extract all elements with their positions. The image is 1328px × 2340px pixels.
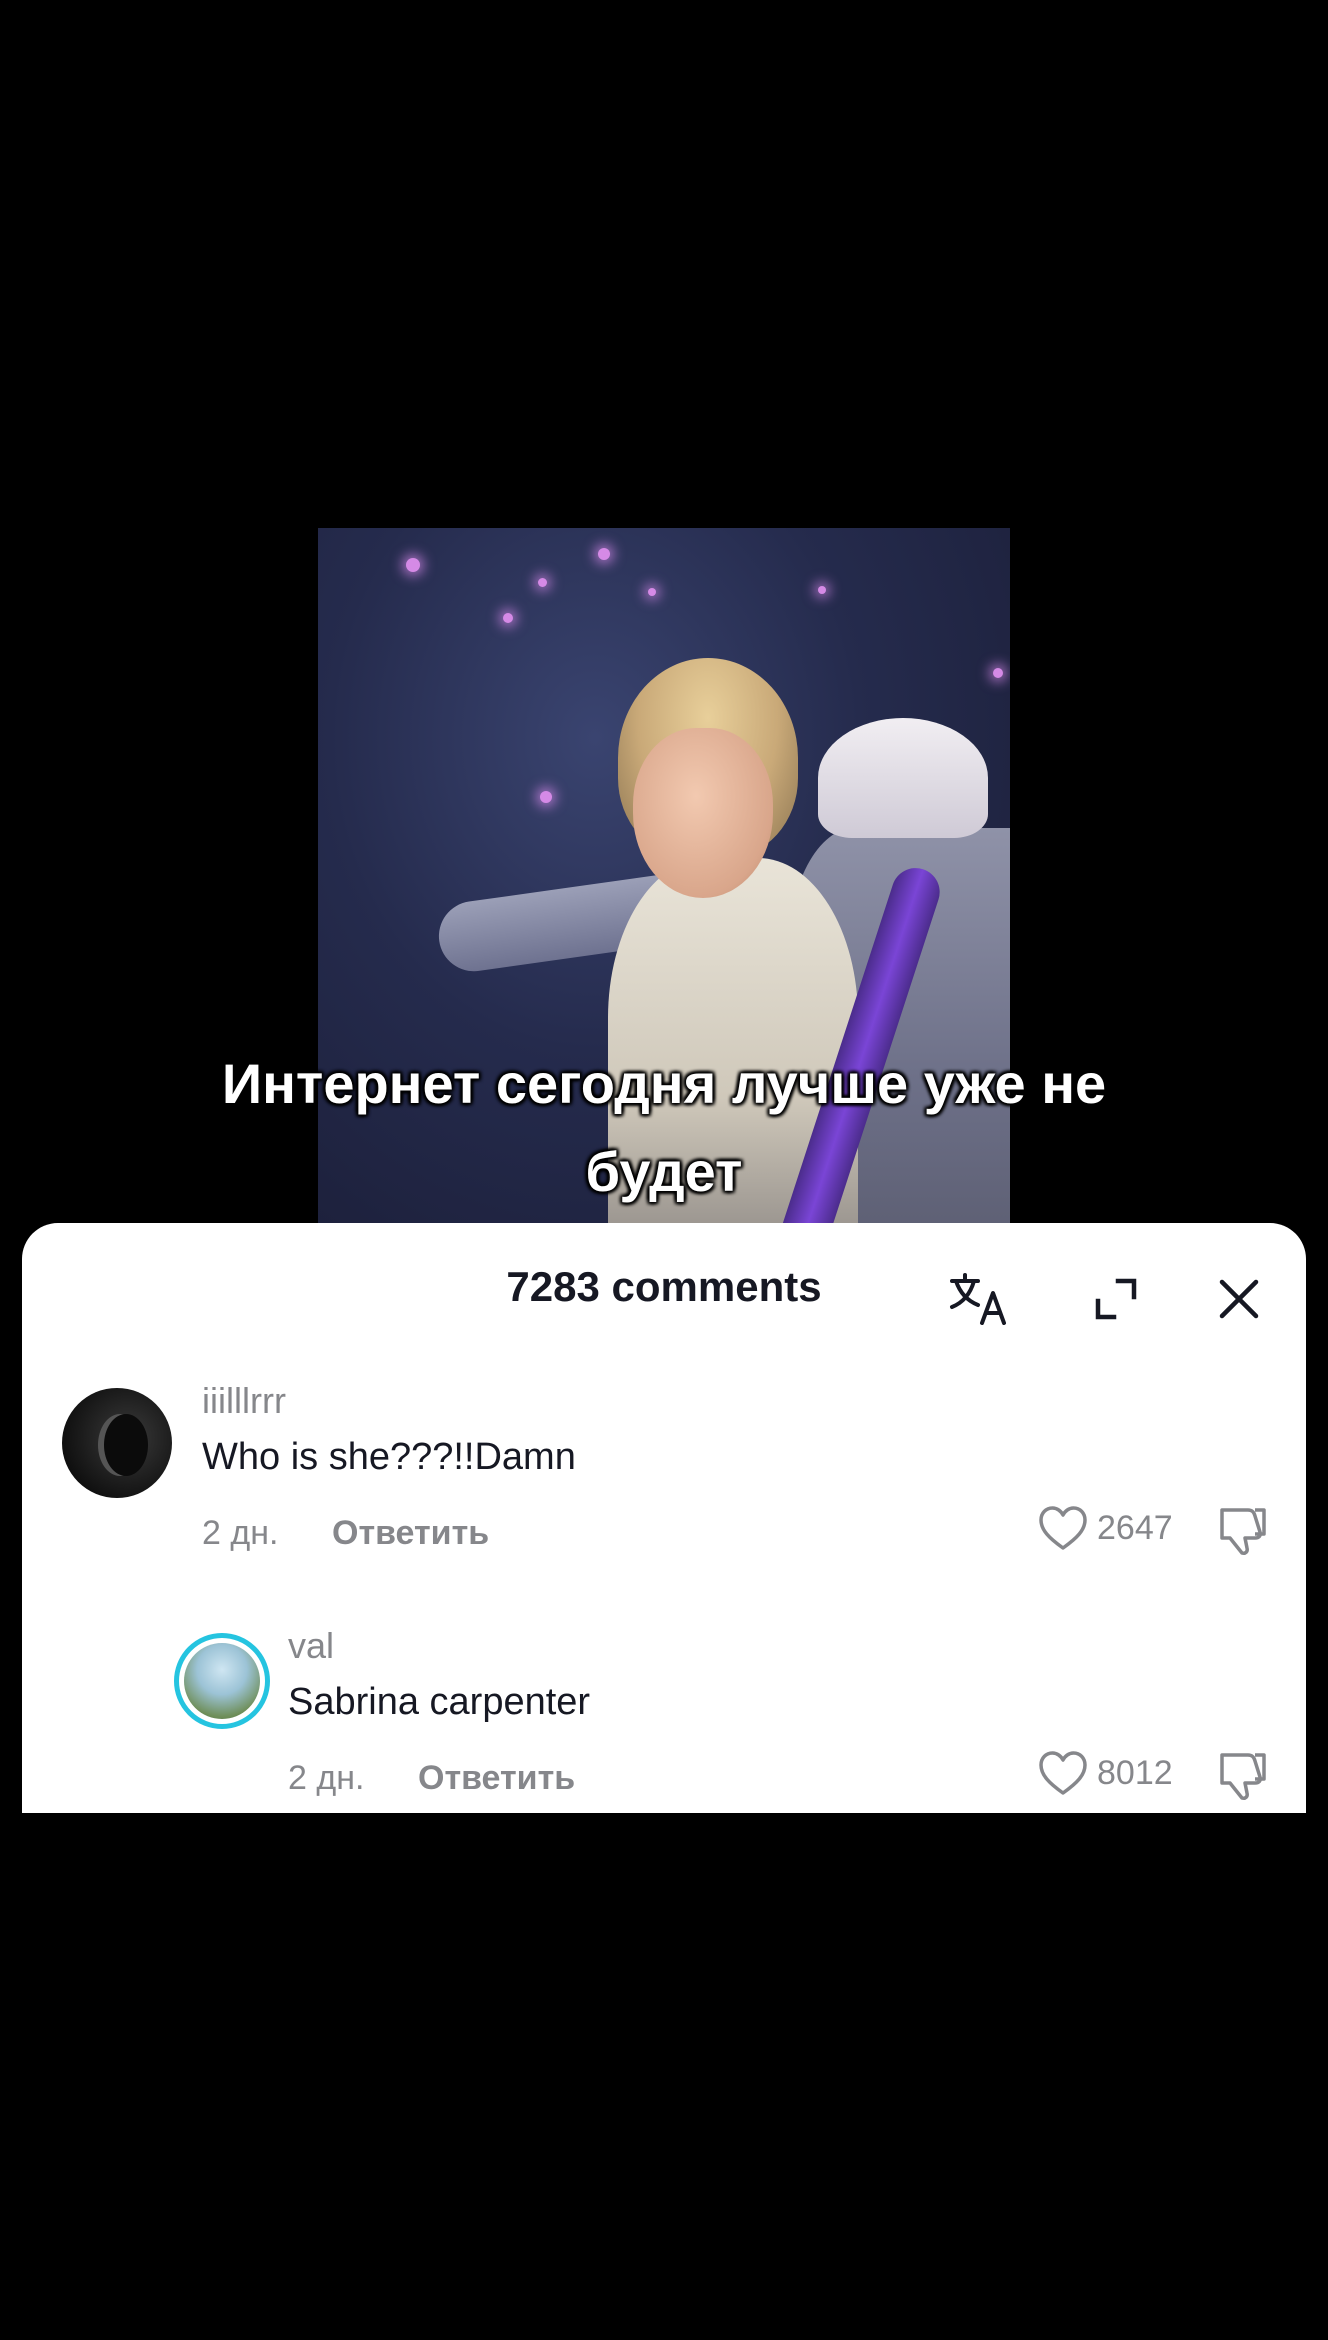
like-count: 2647 [1097,1508,1173,1547]
avatar-image [184,1643,260,1719]
stage-light [538,578,547,587]
comment-username[interactable]: iiilllrrr [202,1380,286,1422]
avatar-image [104,1414,148,1476]
comment-text: Who is she???!!Damn [202,1436,576,1478]
heart-icon [1039,1506,1087,1550]
stage-light [503,613,513,623]
reply-button[interactable]: Ответить [418,1759,575,1798]
performer-face [633,728,773,898]
heart-icon [1039,1751,1087,1795]
comment-time: 2 дн. [288,1759,365,1797]
comment-item: iiilllrrr Who is she???!!Damn 2 дн. Отве… [22,1380,1306,1578]
comment-item: val Sabrina carpenter 2 дн. Ответить 801… [22,1625,1306,1813]
stage-light [648,588,656,596]
stage-light [818,586,826,594]
comment-text: Sabrina carpenter [288,1681,591,1723]
expand-icon[interactable] [1084,1267,1148,1331]
translate-icon[interactable] [946,1267,1010,1331]
like-button[interactable]: 8012 [1037,1749,1173,1797]
performer-cap [818,718,988,838]
stage-light [406,558,420,572]
caption-line: Интернет сегодня лучше уже не [221,1052,1107,1115]
avatar[interactable] [62,1388,172,1498]
caption-line: будет [585,1140,743,1203]
comment-username[interactable]: val [288,1625,334,1667]
comment-time: 2 дн. [202,1514,279,1552]
avatar[interactable] [174,1633,270,1729]
like-count: 8012 [1097,1753,1173,1792]
close-icon[interactable] [1207,1267,1271,1331]
stage-light [540,791,552,803]
stage-light [598,548,610,560]
reply-button[interactable]: Ответить [332,1514,489,1553]
like-button[interactable]: 2647 [1037,1504,1173,1552]
comments-sheet: 7283 comments iiilllrrr Who is she???!!D… [22,1223,1306,1813]
video-caption: Интернет сегодня лучше уже не будет [0,1040,1328,1216]
stage-light [993,668,1003,678]
dislike-icon[interactable] [1214,1504,1268,1563]
dislike-icon[interactable] [1214,1749,1268,1808]
comments-header: 7283 comments [22,1223,1306,1343]
